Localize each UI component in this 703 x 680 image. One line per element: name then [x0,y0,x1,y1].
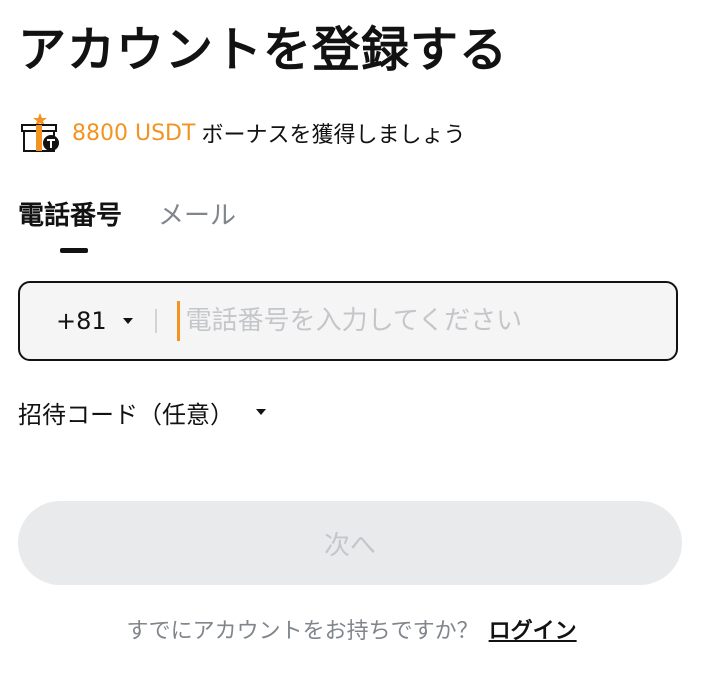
chevron-down-icon [256,409,266,415]
tab-email-label: メール [158,201,237,231]
tab-phone[interactable]: 電話番号 [18,196,122,256]
bonus-text: ボーナスを獲得しましょう [201,123,466,148]
page-title: アカウントを登録する [18,22,509,78]
country-code-value: +81 [56,307,107,335]
chevron-down-icon [122,318,133,324]
referral-code-label: 招待コード（任意） [18,400,234,429]
bonus-amount: 8800 USDT [72,120,196,146]
login-question: すでにアカウントをお持ちですか？ [126,619,479,644]
signup-method-tabs: 電話番号 メール [18,196,272,256]
next-button[interactable]: 次へ [18,501,682,585]
tab-phone-label: 電話番号 [18,201,123,231]
active-tab-indicator [60,248,88,253]
country-code-selector[interactable]: +81 [56,307,133,335]
phone-input[interactable] [176,301,656,341]
bonus-banner: 8800 USDT ボーナスを獲得しましょう [20,112,465,154]
tab-email[interactable]: メール [158,196,236,256]
login-link[interactable]: ログイン [489,619,577,644]
field-divider [154,309,157,333]
login-prompt: すでにアカウントをお持ちですか？ ログイン [0,612,703,652]
referral-code-toggle[interactable]: 招待コード（任意） [18,392,266,432]
gift-usdt-icon [21,113,59,152]
phone-field: +81 [18,281,678,361]
